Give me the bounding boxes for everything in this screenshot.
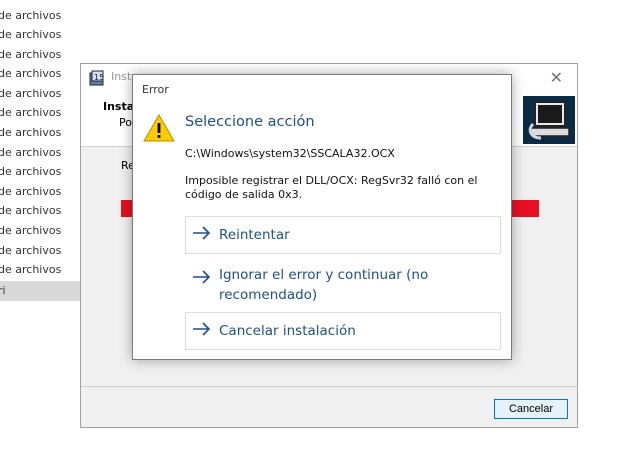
dialog-heading: Seleccione acción xyxy=(185,114,315,130)
list-item[interactable]: de archivos xyxy=(0,143,80,162)
dialog-error-message: Imposible registrar el DLL/OCX: RegSvr32… xyxy=(185,174,478,201)
close-icon[interactable]: ✕ xyxy=(550,68,563,87)
list-item-label: de archivos xyxy=(0,9,62,22)
retry-command-label: Reintentar xyxy=(219,227,290,243)
installer-footer-divider xyxy=(81,386,577,387)
list-item[interactable]: de archivos xyxy=(0,6,80,25)
cancel-install-command-label: Cancelar instalación xyxy=(219,323,356,339)
list-item[interactable]: de archivos xyxy=(0,182,80,201)
error-dialog: Error Seleccione acción C:\Windows\syste… xyxy=(132,74,512,360)
list-item[interactable]: de archivos xyxy=(0,64,80,83)
warning-icon xyxy=(143,113,175,142)
list-item-label: de archivos xyxy=(0,224,62,237)
arrow-right-icon xyxy=(193,322,211,336)
ignore-command-label: Ignorar el error y continuar (no recomen… xyxy=(219,267,429,303)
list-item-label: de archivos xyxy=(0,204,62,217)
list-item[interactable]: de archivos xyxy=(0,103,80,122)
installer-heading: Insta xyxy=(103,100,135,113)
ignore-command-button[interactable]: Ignorar el error y continuar (no recomen… xyxy=(185,262,501,308)
list-item[interactable]: de archivos xyxy=(0,45,80,64)
arrow-right-icon xyxy=(193,226,211,240)
list-item-label: ri xyxy=(0,284,6,297)
list-item[interactable]: de archivos xyxy=(0,221,80,240)
computer-logo-icon xyxy=(523,96,575,144)
list-item[interactable]: de archivos xyxy=(0,84,80,103)
list-item-label: de archivos xyxy=(0,87,62,100)
dialog-title: Error xyxy=(142,83,169,96)
dialog-file-path: C:\Windows\system32\SSCALA32.OCX xyxy=(185,147,395,160)
cancel-install-command-button[interactable]: Cancelar instalación xyxy=(185,312,501,350)
list-item-label: de archivos xyxy=(0,185,62,198)
installer-subheading: Po xyxy=(119,116,132,129)
list-item[interactable]: de archivos xyxy=(0,162,80,181)
list-item-label: de archivos xyxy=(0,146,62,159)
background-file-list: de archivos de archivos de archivos de a… xyxy=(0,0,80,301)
list-item-label: de archivos xyxy=(0,28,62,41)
list-item[interactable]: de archivos xyxy=(0,260,80,279)
list-item-label: de archivos xyxy=(0,67,62,80)
list-item-label: de archivos xyxy=(0,126,62,139)
list-item-label: de archivos xyxy=(0,244,62,257)
list-item[interactable]: de archivos xyxy=(0,241,80,260)
retry-command-button[interactable]: Reintentar xyxy=(185,216,501,254)
list-item[interactable]: de archivos xyxy=(0,25,80,44)
list-item-label: de archivos xyxy=(0,106,62,119)
installer-app-icon: 15 xyxy=(89,70,104,86)
list-item-label: de archivos xyxy=(0,263,62,276)
svg-text:15: 15 xyxy=(94,73,104,82)
list-item[interactable]: de archivos xyxy=(0,201,80,220)
list-item-label: de archivos xyxy=(0,165,62,178)
installer-cancel-button[interactable]: Cancelar xyxy=(494,399,568,419)
list-item[interactable]: de archivos xyxy=(0,123,80,142)
list-item-label: de archivos xyxy=(0,48,62,61)
list-item-selected[interactable]: ri xyxy=(0,281,80,301)
arrow-right-icon xyxy=(193,270,211,284)
